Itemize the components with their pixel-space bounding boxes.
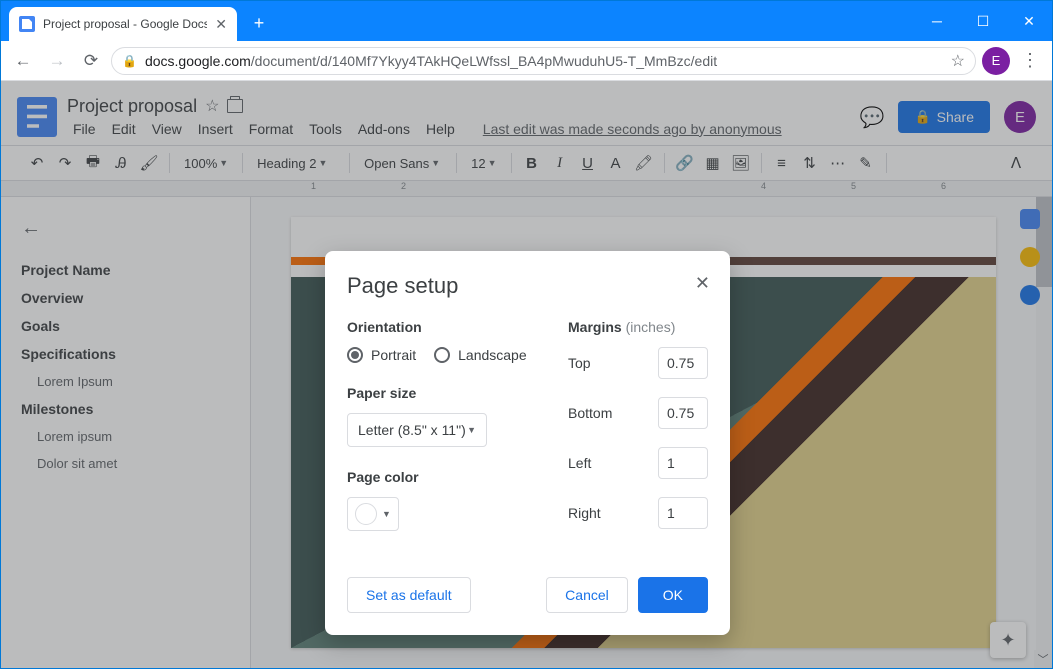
url-host: docs.google.com xyxy=(145,53,251,69)
forward-button[interactable]: → xyxy=(43,47,71,75)
chevron-down-icon: ▼ xyxy=(467,425,476,435)
browser-menu-button[interactable]: ⋮ xyxy=(1016,50,1044,71)
window-maximize-button[interactable]: ☐ xyxy=(960,1,1006,41)
dialog-close-icon[interactable]: ✕ xyxy=(695,273,710,294)
page-color-select[interactable]: ▼ xyxy=(347,497,399,531)
margin-top-label: Top xyxy=(568,355,591,371)
dialog-title: Page setup xyxy=(347,273,708,299)
margin-right-input[interactable] xyxy=(658,497,708,529)
bookmark-star-icon[interactable]: ☆ xyxy=(951,51,965,71)
browser-titlebar: Project proposal - Google Docs ✕ + ─ ☐ ✕ xyxy=(1,1,1052,41)
margin-left-label: Left xyxy=(568,455,591,471)
browser-tab[interactable]: Project proposal - Google Docs ✕ xyxy=(9,7,237,41)
margin-bottom-input[interactable] xyxy=(658,397,708,429)
color-swatch-white xyxy=(355,503,377,525)
margin-right-label: Right xyxy=(568,505,601,521)
paper-size-label: Paper size xyxy=(347,385,548,401)
reload-button[interactable]: ⟳ xyxy=(77,47,105,75)
set-as-default-button[interactable]: Set as default xyxy=(347,577,471,613)
url-path: /document/d/140Mf7Ykyy4TAkHQeLWfssl_BA4p… xyxy=(251,53,717,69)
address-bar[interactable]: 🔒 docs.google.com/document/d/140Mf7Ykyy4… xyxy=(111,47,976,75)
window-minimize-button[interactable]: ─ xyxy=(914,1,960,41)
paper-size-select[interactable]: Letter (8.5" x 11") ▼ xyxy=(347,413,487,447)
chevron-down-icon: ▼ xyxy=(382,509,391,519)
profile-avatar[interactable]: E xyxy=(982,47,1010,75)
cancel-button[interactable]: Cancel xyxy=(546,577,628,613)
browser-toolbar: ← → ⟳ 🔒 docs.google.com/document/d/140Mf… xyxy=(1,41,1052,81)
back-button[interactable]: ← xyxy=(9,47,37,75)
margins-label: Margins (inches) xyxy=(568,319,708,335)
orientation-landscape-radio[interactable]: Landscape xyxy=(434,347,527,363)
orientation-portrait-radio[interactable]: Portrait xyxy=(347,347,416,363)
ok-button[interactable]: OK xyxy=(638,577,708,613)
window-close-button[interactable]: ✕ xyxy=(1006,1,1052,41)
page-color-label: Page color xyxy=(347,469,548,485)
docs-favicon xyxy=(19,16,35,32)
page-setup-dialog: Page setup ✕ Orientation Portrait Landsc… xyxy=(325,251,730,635)
tab-close-icon[interactable]: ✕ xyxy=(215,16,227,33)
tab-title: Project proposal - Google Docs xyxy=(43,17,207,31)
radio-unchecked-icon xyxy=(434,347,450,363)
lock-icon: 🔒 xyxy=(122,54,137,68)
margin-top-input[interactable] xyxy=(658,347,708,379)
google-docs-app: Project proposal ☆ File Edit View Insert… xyxy=(1,81,1052,668)
margin-bottom-label: Bottom xyxy=(568,405,612,421)
radio-checked-icon xyxy=(347,347,363,363)
orientation-label: Orientation xyxy=(347,319,548,335)
margin-left-input[interactable] xyxy=(658,447,708,479)
new-tab-button[interactable]: + xyxy=(245,9,273,37)
